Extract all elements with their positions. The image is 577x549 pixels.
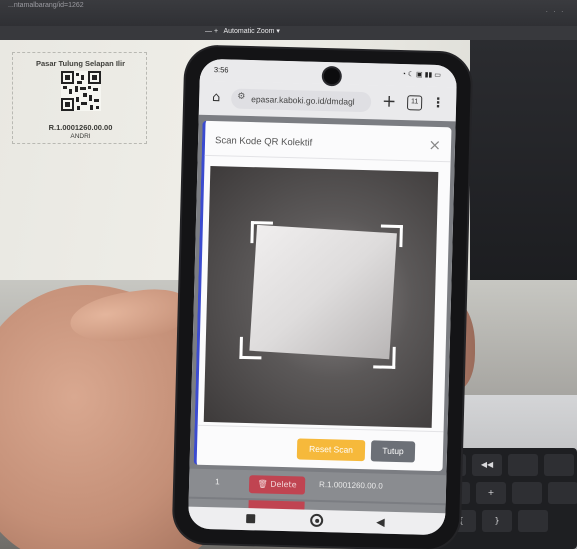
zoom-label: Automatic Zoom xyxy=(223,28,275,35)
scan-frame-corner xyxy=(250,221,273,244)
delete-button[interactable]: 🗑 Delete xyxy=(248,475,306,495)
scan-frame-corner xyxy=(373,346,396,369)
zoom-controls[interactable]: — + xyxy=(205,28,218,35)
modal-title: Scan Kode QR Kolektif xyxy=(214,135,313,149)
reset-scan-button[interactable]: Reset Scan xyxy=(296,438,366,462)
close-modal-button[interactable]: Tutup xyxy=(370,440,416,463)
market-label-card: Pasar Tulung Selapan Ilir R.1.0001260.00… xyxy=(12,52,147,144)
pdf-viewer-titlebar: ...ntamalbarang/id=1262 ... xyxy=(0,0,577,26)
phone-screen: 3:56 ◔ ☾ ▣ ▮▮ ▭ ⌂ ⚙ epasar.kaboki.go.id/… xyxy=(187,58,458,536)
market-name: Pasar Tulung Selapan Ilir xyxy=(35,59,126,68)
close-icon[interactable]: × xyxy=(428,136,441,154)
smartphone: 3:56 ◔ ☾ ▣ ▮▮ ▭ ⌂ ⚙ epasar.kaboki.go.id/… xyxy=(173,46,472,549)
pdf-top-right-labels: ... xyxy=(545,8,569,14)
more-menu-icon[interactable]: ⋮ xyxy=(431,94,446,114)
scanned-paper xyxy=(249,224,397,360)
keyboard-key xyxy=(544,454,574,476)
keyboard-key xyxy=(508,454,538,476)
site-settings-icon[interactable]: ⚙ xyxy=(237,92,245,102)
scan-frame-corner xyxy=(239,336,262,360)
keyboard-key xyxy=(518,510,548,532)
home-nav-icon[interactable] xyxy=(310,513,324,528)
pdf-url: ...ntamalbarang/id=1262 xyxy=(8,2,84,9)
home-icon[interactable]: ⌂ xyxy=(207,89,225,107)
status-time: 3:56 xyxy=(213,65,229,75)
scan-qr-modal: Scan Kode QR Kolektif × Reset Scan Tutup xyxy=(193,120,452,472)
recents-icon[interactable] xyxy=(246,514,256,524)
photo-scene: ...ntamalbarang/id=1262 ... — + Automati… xyxy=(0,0,577,549)
screen-dark-area xyxy=(470,40,577,300)
row-code: R.1.0001260.00.0 xyxy=(318,479,383,491)
status-icons: ◔ ☾ ▣ ▮▮ ▭ xyxy=(401,70,441,80)
keyboard-key: } xyxy=(482,510,512,532)
label-owner: ANDRI xyxy=(70,133,91,140)
keyboard-key: ◀◀ xyxy=(472,454,502,476)
zoom-select[interactable]: — + Automatic Zoom ▾ xyxy=(205,27,280,35)
pdf-toolbar: — + Automatic Zoom ▾ xyxy=(0,26,577,40)
keyboard-key xyxy=(548,482,577,504)
label-code: R.1.0001260.00.00 xyxy=(48,123,113,132)
keyboard-key xyxy=(512,482,542,504)
chevron-down-icon: ▾ xyxy=(276,28,280,35)
qr-code-icon xyxy=(61,71,101,111)
address-bar[interactable]: ⚙ epasar.kaboki.go.id/dmdagl xyxy=(230,88,372,113)
modal-header-divider xyxy=(204,154,451,163)
url-text[interactable]: epasar.kaboki.go.id/dmdagl xyxy=(251,94,367,107)
back-icon[interactable]: ◀ xyxy=(376,515,385,528)
tabs-count-button[interactable]: 11 xyxy=(406,95,423,111)
scan-frame-corner xyxy=(380,224,403,248)
camera-scanner-view xyxy=(203,166,439,428)
row-number: 1 xyxy=(215,477,220,487)
keyboard-key: + xyxy=(476,482,506,504)
new-tab-icon[interactable]: + xyxy=(379,91,400,112)
